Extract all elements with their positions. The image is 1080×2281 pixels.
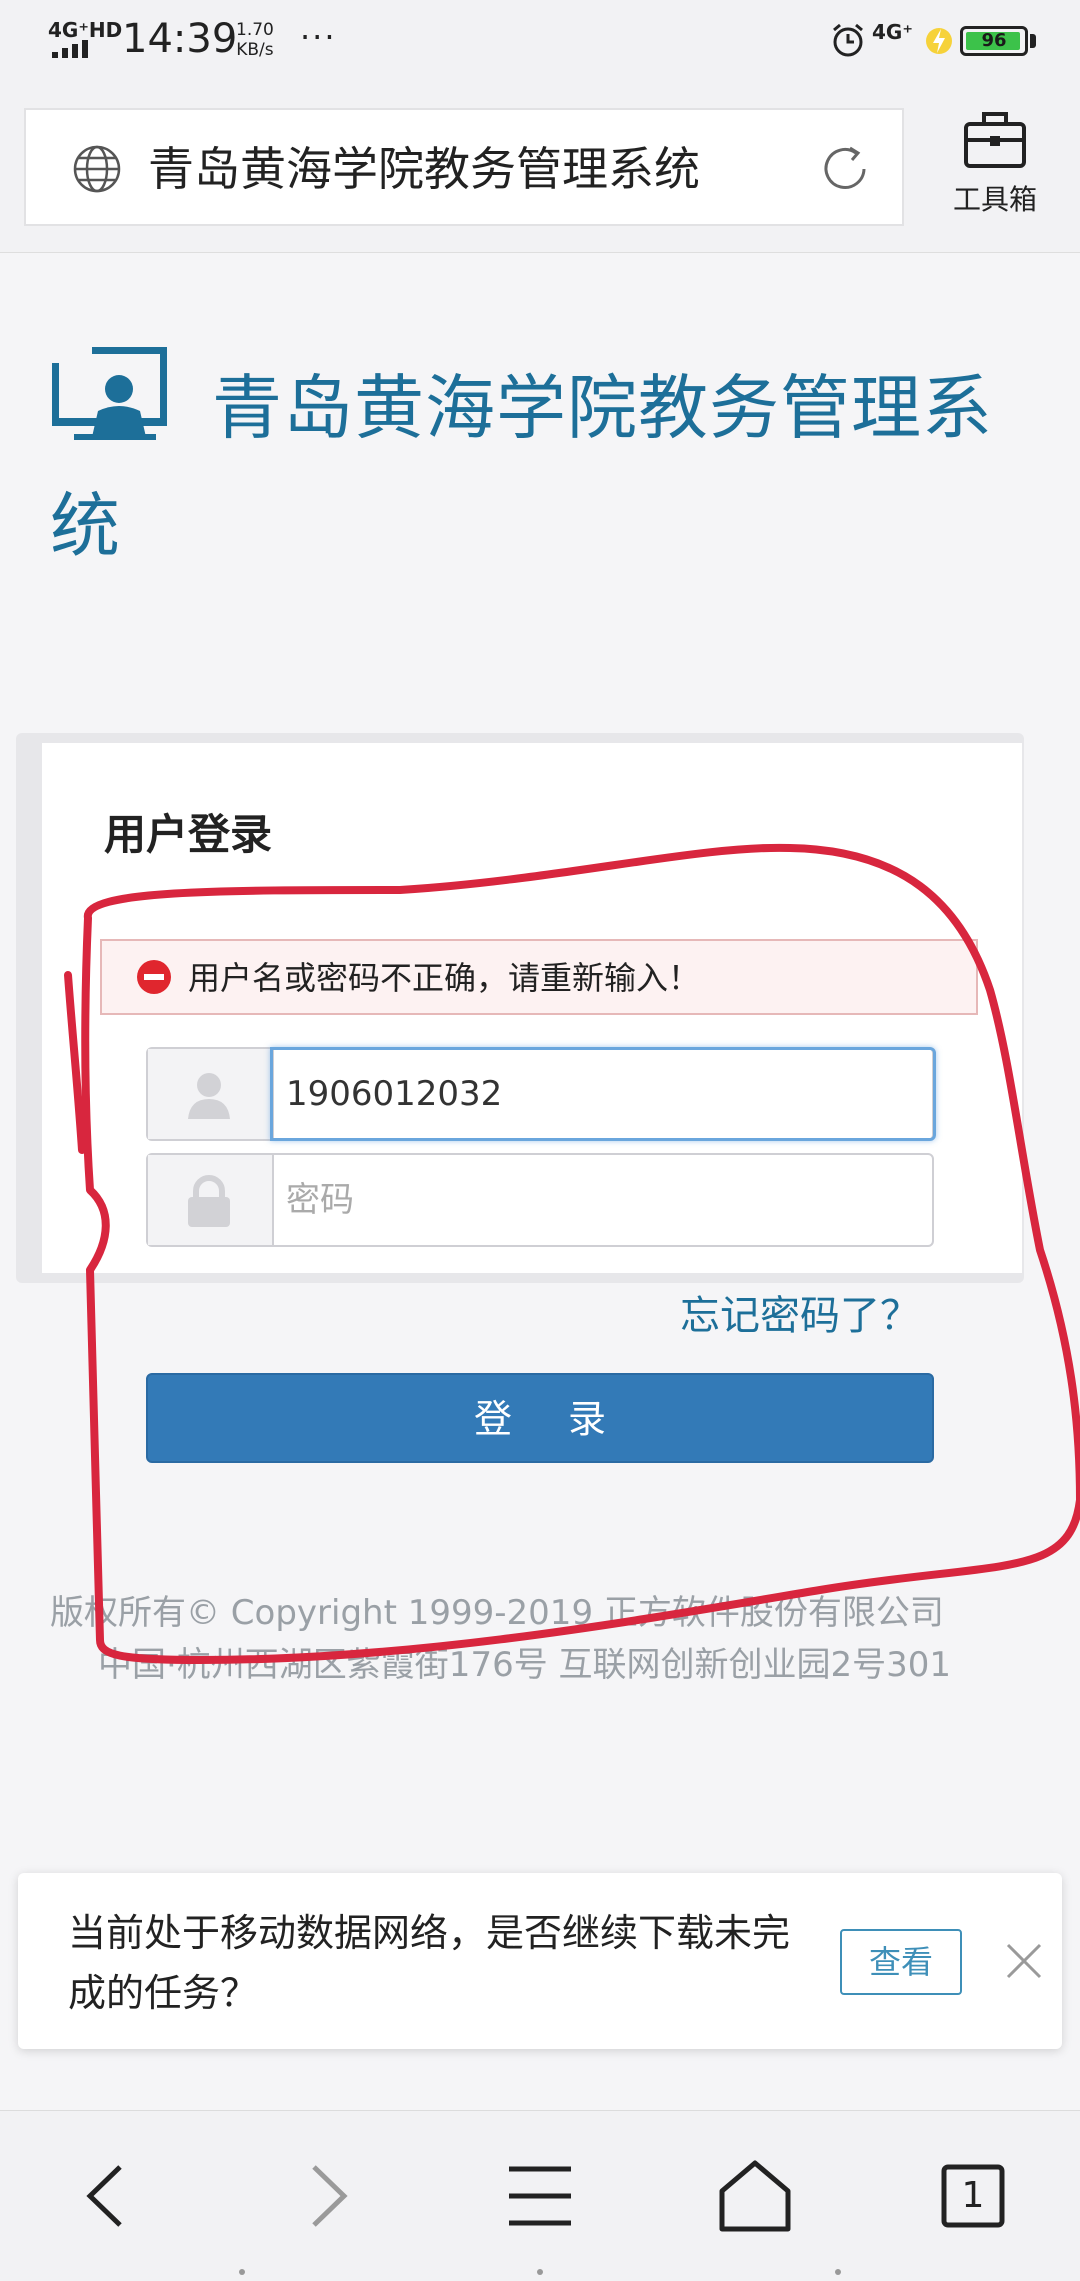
speed-value: 1.70 <box>236 20 274 40</box>
username-input[interactable] <box>274 1049 930 1139</box>
browser-toolbar: 青岛黄海学院教务管理系统 工具箱 <box>0 82 1080 253</box>
address-bar[interactable]: 青岛黄海学院教务管理系统 <box>24 108 904 226</box>
network-speed: 1.70 KB/s <box>236 20 274 60</box>
toolbox-label: 工具箱 <box>952 183 1037 216</box>
password-addon <box>148 1155 274 1245</box>
error-icon <box>137 960 171 994</box>
lock-icon <box>188 1175 230 1227</box>
battery-level: 96 <box>981 30 1007 51</box>
clock: 14:39 <box>122 16 238 62</box>
refresh-icon[interactable] <box>816 140 874 198</box>
toolbox-icon <box>964 112 1026 168</box>
tabs-button[interactable]: 1 <box>928 2151 1018 2241</box>
password-field <box>146 1153 934 1247</box>
battery-icon: 96 <box>960 26 1028 56</box>
signal-icon: 4G⁺HD <box>48 18 122 62</box>
alarm-icon <box>833 23 863 57</box>
error-alert: 用户名或密码不正确，请重新输入！ <box>100 939 978 1015</box>
username-addon <box>148 1049 274 1139</box>
toolbox-button[interactable]: 工具箱 <box>940 106 1050 236</box>
copyright-line-2: 中国·杭州西湖区紫霞街176号 互联网创新创业园2号301 <box>98 1645 952 1685</box>
tab-count: 1 <box>961 2175 985 2216</box>
download-toast: 当前处于移动数据网络，是否继续下载未完成的任务？ 查看 <box>18 1873 1062 2049</box>
login-button[interactable]: 登 录 <box>146 1373 934 1463</box>
browser-bottom-nav: 1 <box>0 2110 1080 2281</box>
user-icon <box>188 1073 230 1119</box>
status-bar: 4G⁺HD 14:39 1.70 KB/s ··· 4G⁺ 96 <box>0 0 1080 82</box>
page-url-title: 青岛黄海学院教务管理系统 <box>148 142 700 196</box>
error-message: 用户名或密码不正确，请重新输入！ <box>188 959 701 997</box>
network-type-secondary: 4G⁺ <box>872 20 913 44</box>
login-heading: 用户登录 <box>104 810 273 859</box>
network-type: 4G⁺HD <box>48 18 123 42</box>
forgot-password-link[interactable]: 忘记密码了？ <box>680 1283 920 1341</box>
home-icon[interactable] <box>710 2151 800 2241</box>
back-icon[interactable] <box>62 2151 152 2241</box>
password-input[interactable] <box>274 1155 930 1245</box>
gesture-dots <box>239 2269 841 2275</box>
web-page: 青岛黄海学院教务管理系统 用户登录 用户名或密码不正确，请重新输入！ 忘记密码了 <box>0 253 1080 2100</box>
menu-icon[interactable] <box>495 2151 585 2241</box>
close-icon[interactable] <box>1004 1941 1044 1981</box>
username-field <box>146 1047 936 1141</box>
site-title: 青岛黄海学院教务管理系统 <box>50 367 993 567</box>
toast-message: 当前处于移动数据网络，是否继续下载未完成的任务？ <box>68 1911 791 2015</box>
globe-icon <box>73 145 121 193</box>
copyright-line-1: 版权所有© Copyright 1999-2019 正方软件股份有限公司 <box>50 1593 944 1633</box>
forward-icon[interactable] <box>282 2151 372 2241</box>
copyright-footer: 版权所有© Copyright 1999-2019 正方软件股份有限公司 中国·… <box>50 1587 1050 1691</box>
more-notifications-icon: ··· <box>300 18 337 56</box>
speed-unit: KB/s <box>236 40 274 60</box>
toast-view-button[interactable]: 查看 <box>840 1929 962 1995</box>
power-saving-icon <box>926 28 952 54</box>
